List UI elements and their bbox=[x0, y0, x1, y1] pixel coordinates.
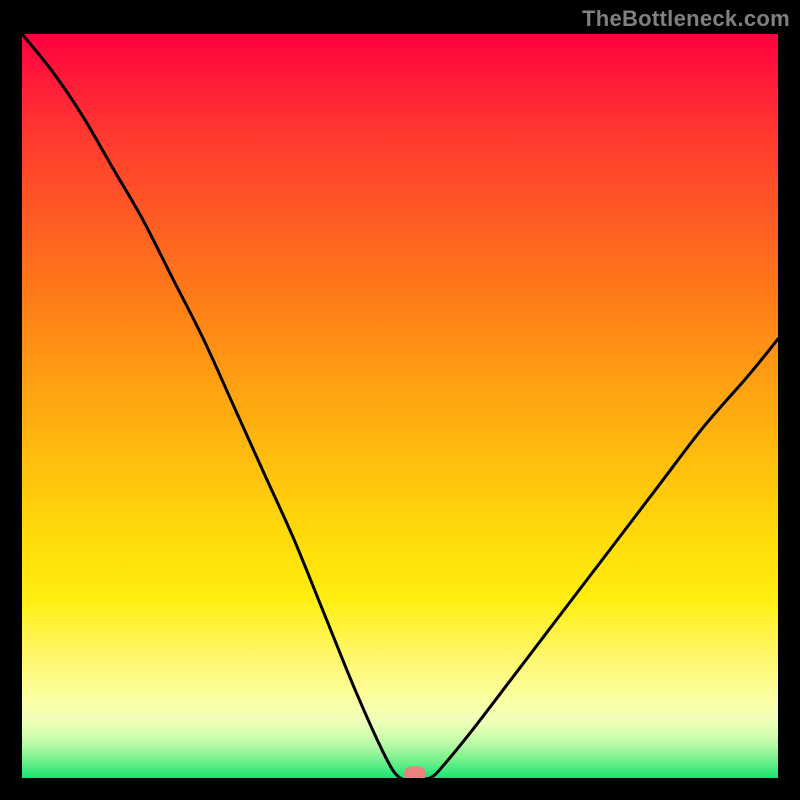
bottleneck-curve bbox=[22, 34, 778, 778]
optimum-marker bbox=[404, 767, 426, 779]
plot-area bbox=[22, 34, 778, 778]
watermark-text: TheBottleneck.com bbox=[582, 6, 790, 32]
chart-container: TheBottleneck.com bbox=[0, 0, 800, 800]
